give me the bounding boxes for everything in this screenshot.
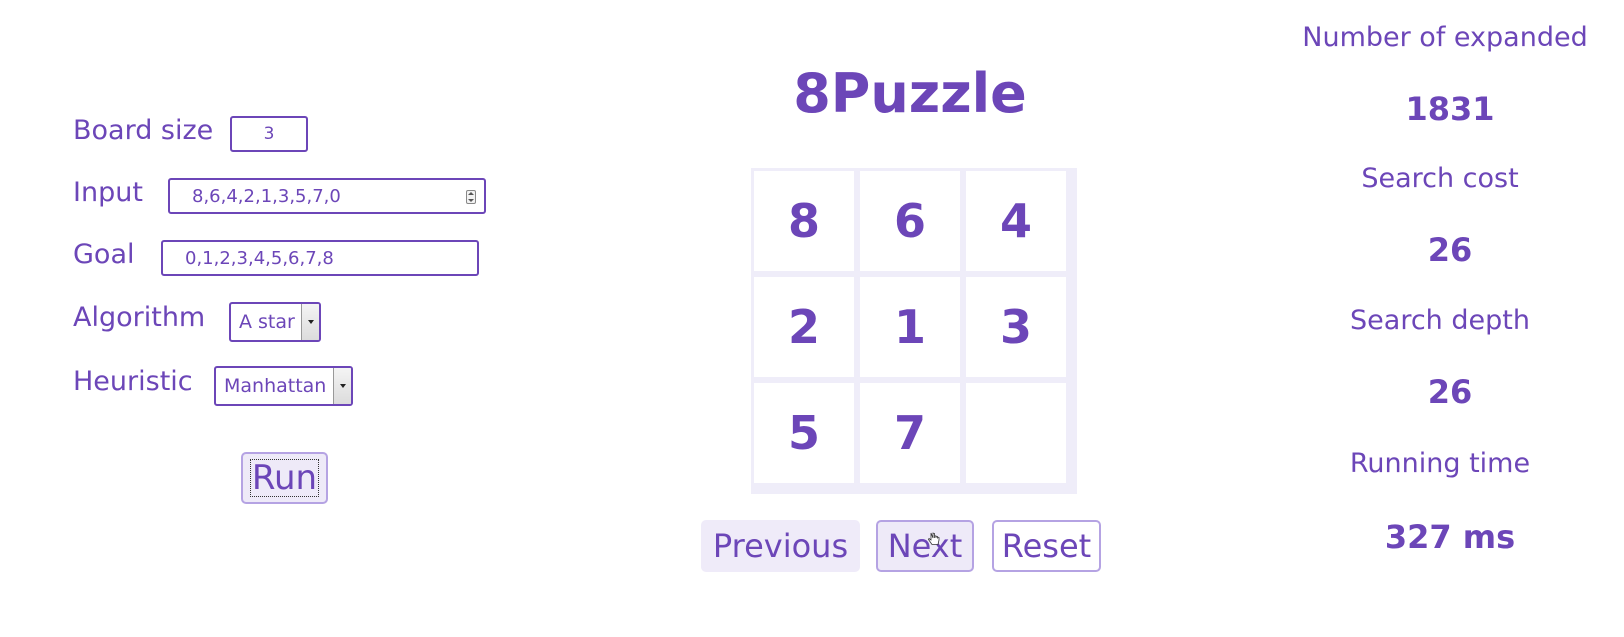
- input-value: 8,6,4,2,1,3,5,7,0: [192, 185, 341, 207]
- puzzle-tile[interactable]: 1: [860, 277, 960, 377]
- puzzle-tile[interactable]: 8: [754, 171, 854, 271]
- running-time-label: Running time: [1349, 448, 1531, 479]
- search-cost-label: Search cost: [1361, 163, 1519, 194]
- puzzle-tile[interactable]: 7: [860, 383, 960, 483]
- app-root: Board size 3 Input 8,6,4,2,1,3,5,7,0 Goa…: [0, 0, 1624, 637]
- goal-value: 0,1,2,3,4,5,6,7,8: [185, 247, 334, 269]
- puzzle-tile[interactable]: 3: [966, 277, 1066, 377]
- board-size-value: 3: [263, 124, 275, 144]
- reset-button[interactable]: Reset: [992, 520, 1101, 572]
- chevron-down-icon[interactable]: [301, 304, 319, 340]
- next-button-label: Next: [887, 527, 963, 565]
- puzzle-tile[interactable]: 6: [860, 171, 960, 271]
- heuristic-selected: Manhattan: [224, 375, 327, 397]
- chevron-down-icon[interactable]: [333, 368, 351, 404]
- puzzle-tile[interactable]: 5: [754, 383, 854, 483]
- board-size-input[interactable]: 3: [230, 116, 308, 152]
- next-button[interactable]: Next: [876, 520, 974, 572]
- previous-button[interactable]: Previous: [701, 520, 860, 572]
- puzzle-tile[interactable]: 4: [966, 171, 1066, 271]
- board-size-label: Board size: [73, 115, 214, 146]
- heuristic-label: Heuristic: [73, 366, 193, 397]
- run-button[interactable]: Run: [241, 452, 328, 504]
- algorithm-selected: A star: [239, 311, 295, 333]
- algorithm-label: Algorithm: [73, 302, 206, 333]
- run-button-label: Run: [249, 458, 320, 498]
- search-depth-value: 26: [1427, 373, 1473, 411]
- expanded-value: 1831: [1405, 90, 1495, 128]
- input-field[interactable]: 8,6,4,2,1,3,5,7,0: [168, 178, 486, 214]
- page-title: 8Puzzle: [793, 62, 1027, 125]
- search-cost-value: 26: [1427, 231, 1473, 269]
- input-label: Input: [73, 177, 143, 208]
- goal-field[interactable]: 0,1,2,3,4,5,6,7,8: [161, 240, 479, 276]
- goal-label: Goal: [73, 239, 135, 270]
- previous-button-label: Previous: [712, 527, 849, 565]
- stats-panel: Number of expanded 1831 Search cost 26 S…: [1280, 0, 1624, 637]
- search-depth-label: Search depth: [1350, 305, 1530, 336]
- algorithm-select[interactable]: A star: [229, 302, 321, 342]
- heuristic-select[interactable]: Manhattan: [214, 366, 353, 406]
- puzzle-tile-empty[interactable]: [966, 383, 1066, 483]
- puzzle-tile[interactable]: 2: [754, 277, 854, 377]
- expanded-label: Number of expanded: [1302, 22, 1588, 53]
- reset-button-label: Reset: [1001, 527, 1092, 565]
- config-panel: Board size 3 Input 8,6,4,2,1,3,5,7,0 Goa…: [0, 0, 560, 637]
- running-time-value: 327 ms: [1384, 518, 1516, 556]
- puzzle-board: 8 6 4 2 1 3 5 7: [751, 168, 1077, 494]
- spinner-icon[interactable]: [466, 190, 476, 204]
